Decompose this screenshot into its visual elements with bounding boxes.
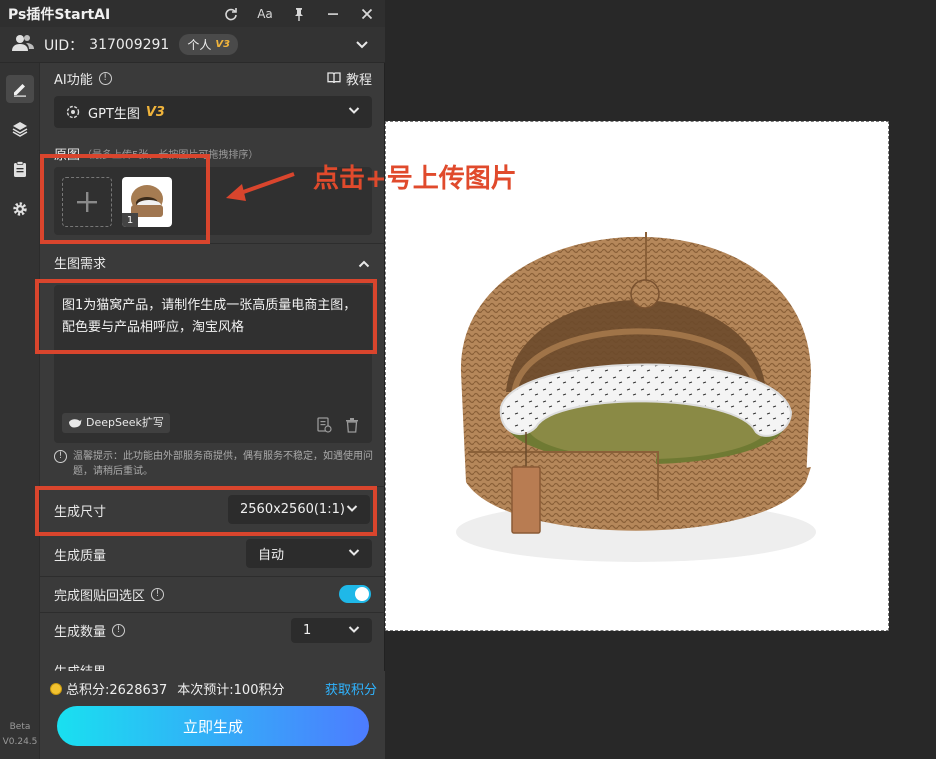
close-icon[interactable]: [357, 4, 377, 24]
result-label: 生成结果: [54, 661, 106, 672]
pin-icon[interactable]: [289, 4, 309, 24]
service-tip: ! 温馨提示：此功能由外部服务商提供，偶有服务不稳定，如遇使用问题，请稍后重试。: [54, 449, 374, 479]
app-title: Ps插件StartAI: [8, 6, 111, 23]
model-select[interactable]: GPT生图 V3: [54, 96, 372, 128]
tutorial-link[interactable]: 教程: [327, 68, 372, 88]
size-highlight-box: [35, 486, 377, 536]
font-size-button[interactable]: Aa: [255, 4, 275, 24]
paste-back-toggle[interactable]: [339, 585, 371, 603]
uid-value: 317009291: [89, 36, 170, 53]
layers-icon: [12, 122, 27, 137]
sidebar-item-edit[interactable]: [5, 75, 34, 103]
info-icon[interactable]: !: [151, 587, 165, 601]
minimize-icon[interactable]: [323, 4, 343, 24]
count-label: 生成数量: [54, 624, 107, 640]
plugin-panel: Ps插件StartAI Aa UID： 317009291 个人 V3 Beta…: [0, 0, 385, 759]
generate-button[interactable]: 立即生成: [57, 706, 369, 746]
pencil-icon: [13, 84, 26, 97]
prompt-section-label: 生图需求: [54, 256, 107, 272]
quality-select[interactable]: 自动: [246, 539, 372, 568]
get-points-link[interactable]: 获取积分: [325, 679, 377, 698]
chevron-up-icon[interactable]: [358, 255, 370, 274]
plan-version: V3: [215, 39, 231, 50]
tutorial-label: 教程: [345, 72, 372, 88]
chevron-down-icon: [348, 546, 360, 562]
prompt-highlight-box: [35, 279, 377, 354]
model-version: V3: [145, 104, 165, 120]
model-name: GPT生图: [88, 106, 140, 122]
quality-row: 生成质量 自动: [40, 536, 385, 572]
arrow-left-icon: [226, 172, 295, 201]
deepseek-expand-button[interactable]: DeepSeek扩写: [62, 413, 170, 433]
sidebar-item-settings[interactable]: [6, 195, 34, 223]
refresh-icon[interactable]: [221, 4, 241, 24]
chevron-down-icon: [348, 104, 360, 120]
prompt-header: 生图需求: [54, 252, 106, 272]
chevron-down-icon[interactable]: [355, 36, 369, 55]
ai-feature-label: AI功能: [54, 72, 93, 88]
prompt-library-icon[interactable]: [316, 417, 332, 433]
app-root: Ps插件StartAI Aa UID： 317009291 个人 V3 Beta…: [0, 0, 936, 759]
sidebar-item-tasks[interactable]: [6, 155, 34, 183]
service-tip-text: 温馨提示：此功能由外部服务商提供，偶有服务不稳定，如遇使用问题，请稍后重试。: [73, 451, 373, 477]
annotation-text: 点击+号上传图片: [313, 164, 517, 194]
count-select[interactable]: 1: [291, 618, 372, 643]
deepseek-whale-icon: [69, 419, 82, 428]
chevron-down-icon: [348, 623, 360, 639]
users-icon: [12, 34, 34, 56]
sidebar-item-layers[interactable]: [6, 115, 34, 143]
total-points: 总积分:2628637: [66, 683, 168, 698]
cat-bed-product-image: [456, 232, 816, 562]
info-icon[interactable]: !: [112, 623, 126, 637]
toggle-knob: [355, 587, 369, 601]
info-icon: !: [54, 450, 67, 463]
quality-label: 生成质量: [54, 548, 107, 564]
user-bar[interactable]: UID： 317009291 个人 V3: [0, 27, 385, 63]
trash-icon[interactable]: [344, 417, 360, 433]
result-row: 生成结果: [40, 652, 385, 672]
ai-feature-header: AI功能 !: [54, 68, 112, 88]
plan-name: 个人: [187, 38, 212, 52]
gpt-logo-icon: [66, 105, 80, 119]
deepseek-expand-label: DeepSeek扩写: [86, 416, 164, 429]
points-info: 总积分:2628637 本次预计:100积分: [50, 679, 284, 698]
coin-icon: [50, 682, 62, 695]
paste-back-row: 完成图贴回选区 !: [40, 576, 385, 612]
paste-back-label: 完成图贴回选区: [54, 588, 146, 604]
gear-icon: [12, 202, 27, 216]
book-icon: [327, 72, 341, 84]
count-row: 生成数量 ! 1: [40, 612, 385, 648]
cost-estimate: 本次预计:100积分: [177, 683, 285, 698]
version-label: V0.24.5: [2, 737, 38, 747]
footer: 总积分:2628637 本次预计:100积分 获取积分 立即生成: [40, 671, 385, 759]
quality-value: 自动: [258, 548, 285, 563]
title-bar: Ps插件StartAI Aa: [0, 0, 385, 27]
clipboard-icon: [13, 161, 26, 177]
upload-highlight-box: [40, 154, 210, 244]
sidebar: Beta V0.24.5: [0, 63, 40, 759]
document-canvas[interactable]: [385, 121, 889, 631]
beta-label: Beta: [9, 722, 31, 732]
info-icon[interactable]: !: [98, 71, 112, 85]
count-value: 1: [303, 623, 312, 638]
plan-badge: 个人 V3: [179, 34, 239, 55]
uid-label: UID：: [44, 37, 84, 54]
